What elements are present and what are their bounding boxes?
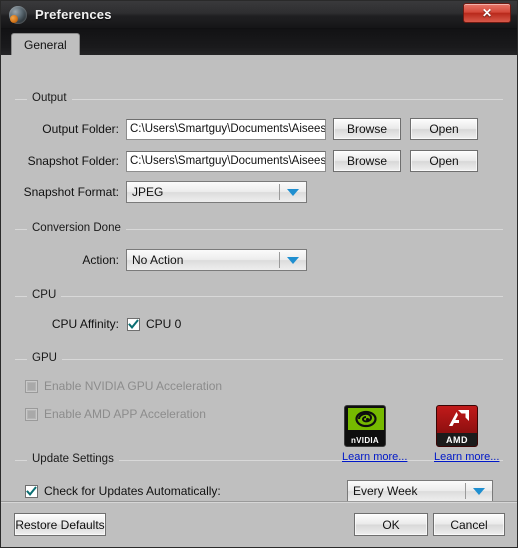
cpu-affinity-label: CPU Affinity: bbox=[51, 317, 119, 331]
cpu-affinity-checkbox[interactable] bbox=[127, 317, 140, 331]
close-button[interactable]: ✕ bbox=[463, 3, 511, 23]
tab-strip: General bbox=[1, 29, 517, 55]
output-folder-label: Output Folder: bbox=[42, 122, 119, 136]
nvidia-acceleration-label: Enable NVIDIA GPU Acceleration bbox=[44, 379, 223, 393]
group-gpu-title: GPU bbox=[27, 351, 62, 365]
amd-learn-more-link[interactable]: Learn more... bbox=[434, 451, 499, 463]
chevron-down-icon bbox=[473, 487, 485, 495]
group-output-title: Output bbox=[27, 91, 72, 105]
snapshot-folder-label: Snapshot Folder: bbox=[27, 154, 119, 168]
amd-acceleration-label: Enable AMD APP Acceleration bbox=[44, 407, 206, 421]
update-frequency-value: Every Week bbox=[353, 484, 418, 498]
tab-general-label: General bbox=[24, 37, 67, 52]
snapshot-folder-browse-button[interactable]: Browse bbox=[333, 150, 401, 172]
output-folder-open-button[interactable]: Open bbox=[410, 118, 478, 140]
preferences-window: Preferences ✕ General Output Output Fold… bbox=[0, 0, 518, 548]
auto-update-label: Check for Updates Automatically: bbox=[44, 484, 221, 498]
nvidia-acceleration-checkbox bbox=[25, 379, 38, 393]
row-snapshot-folder: Snapshot Folder: C:\Users\Smartguy\Docum… bbox=[15, 150, 505, 172]
nvidia-logo-icon: nVIDIA bbox=[344, 405, 386, 447]
snapshot-format-dropdown[interactable]: JPEG bbox=[126, 181, 307, 203]
row-snapshot-format: Snapshot Format: JPEG bbox=[15, 181, 505, 203]
amd-logo-icon: AMD bbox=[436, 405, 478, 447]
row-auto-update: Check for Updates Automatically: Every W… bbox=[25, 480, 495, 502]
app-globe-icon bbox=[9, 5, 27, 24]
row-output-folder: Output Folder: C:\Users\Smartguy\Documen… bbox=[15, 118, 505, 140]
row-amd-acceleration: Enable AMD APP Acceleration bbox=[25, 405, 345, 423]
auto-update-checkbox[interactable] bbox=[25, 484, 38, 498]
title-bar: Preferences ✕ bbox=[1, 1, 517, 29]
group-cpu-title: CPU bbox=[27, 288, 62, 302]
action-label: Action: bbox=[82, 253, 119, 267]
row-conversion-action: Action: No Action bbox=[15, 249, 505, 271]
amd-logo-text: AMD bbox=[446, 434, 468, 445]
row-cpu-affinity: CPU Affinity: CPU 0 bbox=[15, 315, 505, 333]
snapshot-folder-open-button[interactable]: Open bbox=[410, 150, 478, 172]
chevron-down-icon bbox=[287, 188, 299, 196]
cancel-button[interactable]: Cancel bbox=[433, 513, 505, 536]
output-folder-input[interactable]: C:\Users\Smartguy\Documents\Aiseesof bbox=[126, 118, 326, 140]
dialog-footer: Restore Defaults OK Cancel bbox=[1, 501, 517, 547]
group-output-divider bbox=[15, 99, 503, 100]
row-nvidia-acceleration: Enable NVIDIA GPU Acceleration bbox=[25, 377, 345, 395]
snapshot-format-label: Snapshot Format: bbox=[23, 185, 119, 199]
preferences-content: Output Output Folder: C:\Users\Smartguy\… bbox=[1, 55, 517, 502]
update-frequency-dropdown[interactable]: Every Week bbox=[347, 480, 493, 502]
output-folder-browse-button[interactable]: Browse bbox=[333, 118, 401, 140]
nvidia-learn-more-link[interactable]: Learn more... bbox=[342, 451, 407, 463]
restore-defaults-button[interactable]: Restore Defaults bbox=[14, 513, 106, 536]
action-dropdown[interactable]: No Action bbox=[126, 249, 307, 271]
cpu-affinity-checkbox-label: CPU 0 bbox=[146, 317, 182, 331]
tab-general[interactable]: General bbox=[11, 33, 80, 55]
snapshot-format-value: JPEG bbox=[132, 185, 164, 199]
snapshot-folder-input[interactable]: C:\Users\Smartguy\Documents\Aiseesof bbox=[126, 150, 326, 172]
group-gpu-divider bbox=[15, 359, 503, 360]
action-value: No Action bbox=[132, 253, 184, 267]
chevron-down-icon bbox=[287, 256, 299, 264]
group-conversion-title: Conversion Done bbox=[27, 221, 126, 235]
nvidia-logo-text: nVIDIA bbox=[350, 436, 380, 445]
amd-logo-block: AMD Learn more... bbox=[434, 405, 499, 463]
update-frequency-separator bbox=[465, 483, 466, 499]
window-title: Preferences bbox=[35, 7, 112, 22]
close-icon: ✕ bbox=[481, 6, 493, 20]
nvidia-logo-block: nVIDIA Learn more... bbox=[342, 405, 407, 463]
snapshot-format-separator bbox=[279, 184, 280, 200]
amd-acceleration-checkbox bbox=[25, 407, 38, 421]
ok-button[interactable]: OK bbox=[354, 513, 428, 536]
action-separator bbox=[279, 252, 280, 268]
group-update-title: Update Settings bbox=[27, 452, 119, 466]
amd-logo-bar: AMD bbox=[437, 433, 477, 446]
group-cpu-divider bbox=[15, 296, 503, 297]
